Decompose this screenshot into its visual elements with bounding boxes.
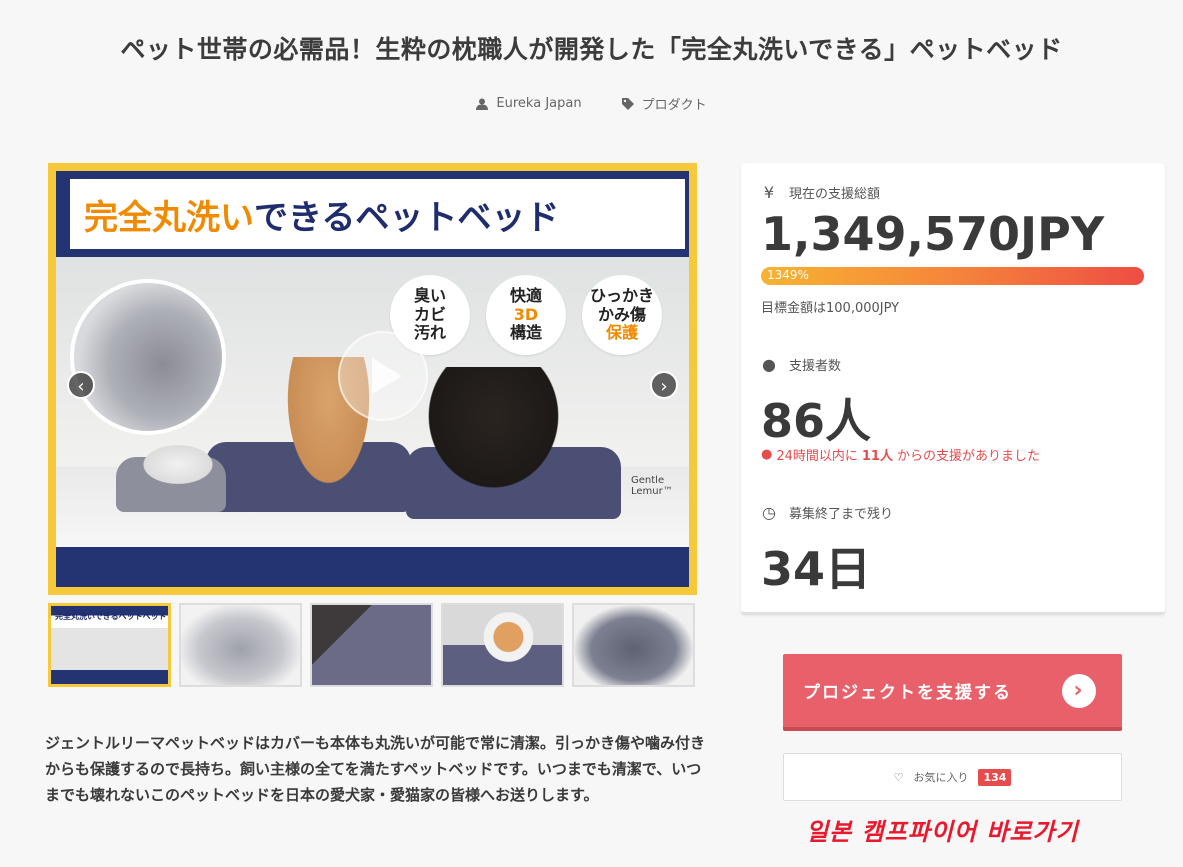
thumbnail-5[interactable] bbox=[572, 603, 695, 687]
tag-icon bbox=[621, 97, 634, 110]
clock-icon: ◷ bbox=[762, 503, 776, 522]
badge-text: 構造 bbox=[509, 323, 542, 343]
hero-image: 完全丸洗い できるペットベッド 臭い カビ 汚れ 快適 3D 構造 ひっかき かみ… bbox=[56, 171, 689, 587]
supporters-label-row: ● 支援者数 bbox=[761, 355, 841, 374]
project-description: ジェントルリーマペットベッドはカバーも本体も丸洗いが可能で常に清潔。引っかき傷や… bbox=[45, 734, 706, 804]
user-icon bbox=[476, 98, 489, 110]
author-name: Eureka Japan bbox=[496, 96, 582, 111]
chevron-left-icon[interactable]: ‹ bbox=[67, 371, 95, 399]
play-icon[interactable] bbox=[338, 331, 428, 421]
remaining-label-row: ◷ 募集終了まで残り bbox=[761, 503, 893, 522]
banner-highlight: 完全丸洗い bbox=[84, 197, 254, 238]
user-icon: ● bbox=[762, 355, 776, 374]
badge-text: 3D bbox=[513, 304, 539, 324]
hero-banner-text: 完全丸洗い できるペットベッド bbox=[70, 179, 685, 249]
total-label: 現在の支援総額 bbox=[789, 187, 881, 202]
alert-prefix: 24時間以内に bbox=[776, 449, 858, 464]
author-link[interactable]: Eureka Japan bbox=[476, 94, 582, 113]
recent-support-alert: ● 24時間以内に 11人 からの支援がありました bbox=[761, 445, 1040, 464]
badge-text: 臭い bbox=[413, 286, 446, 306]
category-link[interactable]: プロダクト bbox=[621, 94, 707, 113]
badge-text: 保護 bbox=[605, 323, 638, 343]
user-clock-icon: ● bbox=[761, 447, 773, 462]
banner-rest: できるペットベッド bbox=[254, 197, 560, 238]
cat-image bbox=[138, 442, 218, 487]
progress-percent: 1349% bbox=[767, 268, 809, 282]
badge-text: かみ傷 bbox=[597, 304, 646, 324]
funding-progress-bar: 1349% bbox=[761, 267, 1144, 285]
hero-footer-band bbox=[56, 547, 689, 587]
thumbnail-strip: 完全丸洗いできるペットベッド bbox=[48, 603, 695, 687]
days-remaining: 34日 bbox=[761, 542, 872, 596]
support-project-button[interactable]: プロジェクトを支援する › bbox=[783, 654, 1122, 731]
badge-text: 快適 bbox=[509, 286, 542, 306]
supporters-count: 86人 bbox=[761, 394, 872, 448]
badge-text: カビ bbox=[413, 304, 446, 324]
total-label-row: ¥ 現在の支援総額 bbox=[761, 183, 880, 202]
funding-stats-card: ¥ 現在の支援総額 1,349,570JPY 1349% 目標金額は100,00… bbox=[741, 163, 1165, 615]
favorite-count-badge: 134 bbox=[978, 768, 1012, 786]
support-button-label: プロジェクトを支援する bbox=[803, 683, 1012, 703]
main-media[interactable]: 完全丸洗い できるペットベッド 臭い カビ 汚れ 快適 3D 構造 ひっかき かみ… bbox=[48, 163, 697, 595]
thumbnail-caption: 完全丸洗いできるペットベッド bbox=[55, 612, 167, 621]
thumbnail-2[interactable] bbox=[179, 603, 302, 687]
chevron-right-icon[interactable]: › bbox=[650, 371, 678, 399]
badge-text: ひっかき bbox=[589, 286, 654, 306]
yen-icon: ¥ bbox=[763, 183, 775, 202]
alert-count: 11人 bbox=[861, 449, 893, 464]
supporters-label: 支援者数 bbox=[789, 359, 842, 374]
korean-campfire-link[interactable]: 일본 캠프파이어 바로가기 bbox=[806, 812, 1079, 847]
thumbnail-1[interactable]: 完全丸洗いできるペットベッド bbox=[48, 603, 171, 687]
dog-black-image bbox=[426, 367, 576, 507]
favorite-button[interactable]: ♡ お気に入り 134 bbox=[783, 753, 1122, 801]
badge-comfort: 快適 3D 構造 bbox=[486, 275, 566, 355]
bed-closeup-image bbox=[70, 279, 226, 435]
hero-banner: 完全丸洗い できるペットベッド bbox=[56, 171, 689, 257]
heart-icon: ♡ bbox=[893, 770, 904, 784]
alert-suffix: からの支援がありました bbox=[896, 449, 1040, 464]
badge-protection: ひっかき かみ傷 保護 bbox=[582, 275, 662, 355]
page-title: ペット世帯の必需品！生粋の枕職人が開発した「完全丸洗いできる」ペットベッド bbox=[120, 35, 1063, 64]
thumbnail-4[interactable] bbox=[441, 603, 564, 687]
thumbnail-3[interactable] bbox=[310, 603, 433, 687]
category-name: プロダクト bbox=[641, 98, 707, 113]
chevron-right-icon: › bbox=[1062, 674, 1096, 708]
remaining-label: 募集終了まで残り bbox=[789, 507, 894, 522]
goal-amount: 目標金額は100,000JPY bbox=[761, 301, 900, 316]
project-meta: Eureka Japan プロダクト bbox=[0, 94, 1183, 113]
total-amount: 1,349,570JPY bbox=[761, 207, 1105, 261]
brand-logo: Gentle Lemur™ bbox=[631, 475, 673, 497]
favorite-label: お気に入り bbox=[913, 771, 969, 784]
